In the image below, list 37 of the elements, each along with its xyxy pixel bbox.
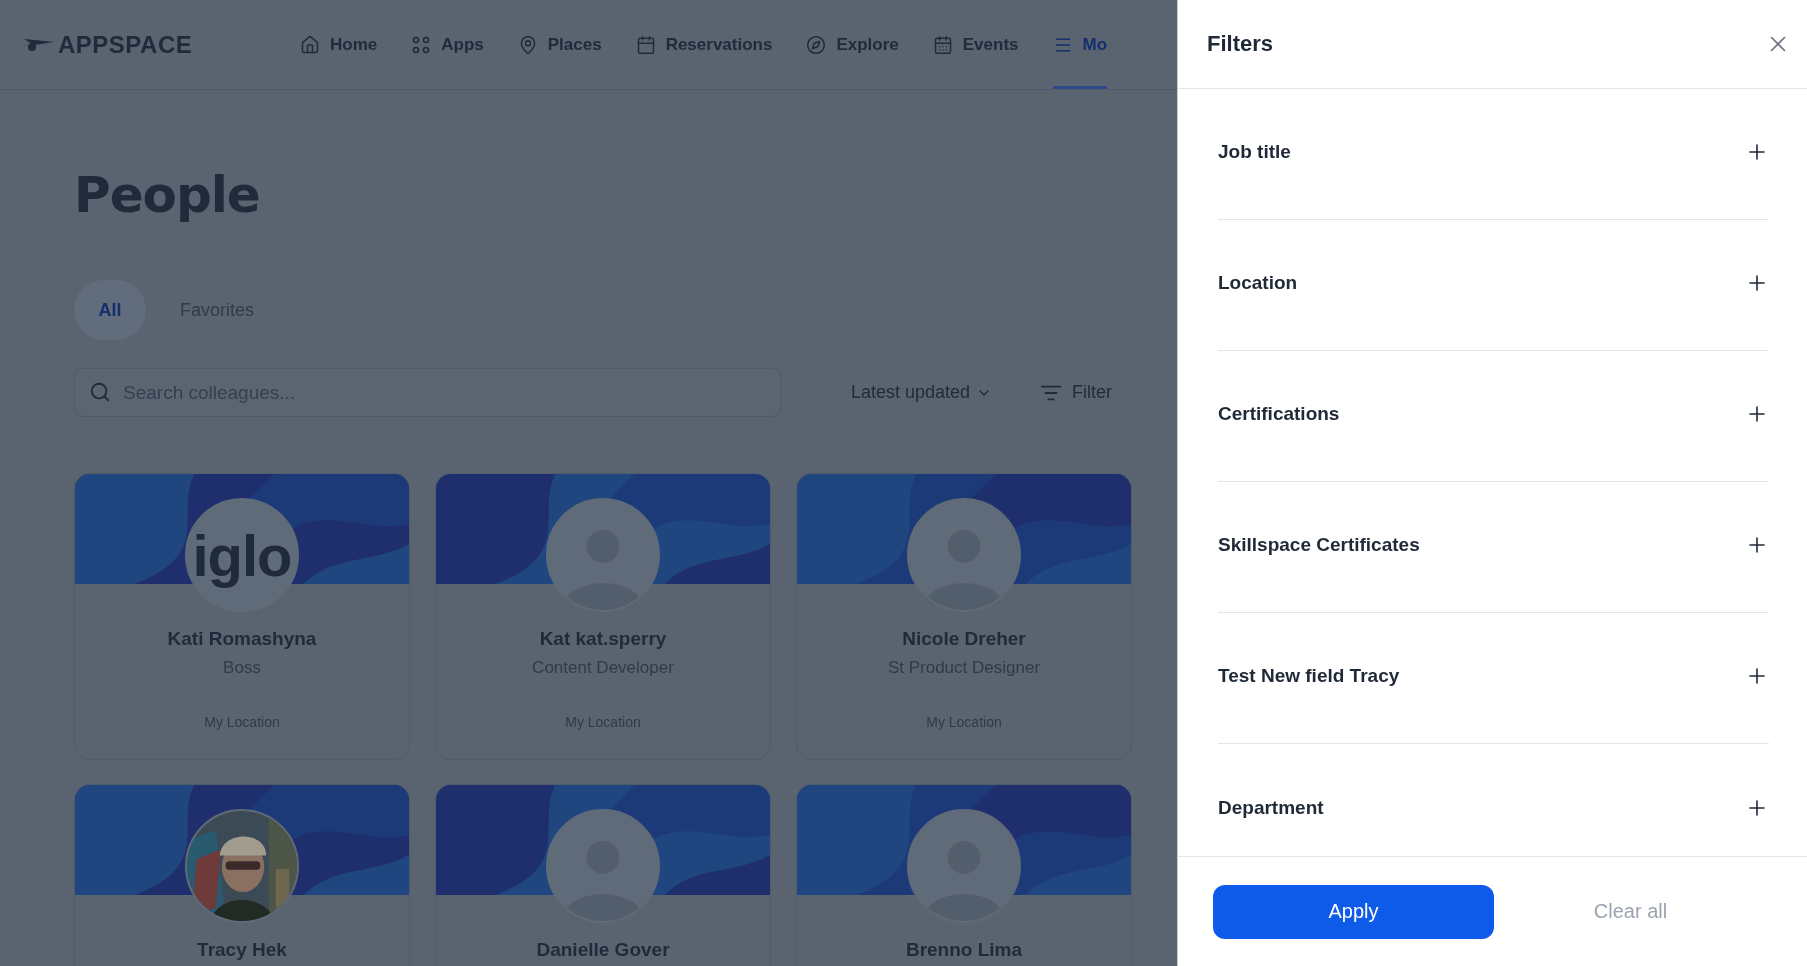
dots-icon	[411, 34, 432, 55]
filter-section[interactable]: Department	[1218, 744, 1769, 856]
person-card[interactable]: Brenno Lima	[796, 784, 1132, 966]
filter-section[interactable]: Job title	[1218, 89, 1769, 220]
nav-item[interactable]: Apps	[411, 0, 484, 89]
filter-section[interactable]: Test New field Tracy	[1218, 613, 1769, 744]
person-name: Brenno Lima	[905, 939, 1023, 961]
person-card[interactable]: Tracy Hek	[74, 784, 410, 966]
panel-title: Filters	[1207, 31, 1274, 57]
nav-item[interactable]: Places	[517, 0, 602, 89]
apply-button[interactable]: Apply	[1213, 884, 1494, 939]
logo-text: iglo	[192, 521, 292, 589]
clear-all-button[interactable]: Clear all	[1494, 899, 1767, 924]
person-name: Kati Romashyna	[167, 628, 317, 650]
filter-section[interactable]: Certifications	[1218, 351, 1769, 482]
nav-item[interactable]: Explore	[806, 0, 899, 89]
logo-text: APPSPACE	[58, 30, 193, 59]
person-name: Danielle Gover	[536, 939, 670, 961]
person-card[interactable]: Danielle Gover	[435, 784, 771, 966]
page-title: People	[74, 166, 261, 224]
search-icon	[89, 381, 111, 403]
tab[interactable]: All	[74, 280, 146, 340]
filter-section[interactable]: Skillspace Certificates	[1218, 482, 1769, 613]
filter-button[interactable]: Filter	[1034, 380, 1118, 405]
filter-section[interactable]: Location	[1218, 220, 1769, 351]
home-icon	[300, 34, 320, 55]
calendar-icon	[635, 34, 656, 55]
person-name: Nicole Dreher	[902, 628, 1026, 650]
nav-item[interactable]: Home	[300, 0, 378, 89]
nav-item[interactable]: Reservations	[635, 0, 773, 89]
person-name: Kat kat.sperry	[539, 628, 667, 650]
nav-item[interactable]: Mo	[1052, 0, 1108, 89]
compass-icon	[806, 34, 827, 55]
calendar-icon	[932, 34, 953, 55]
sort-dropdown[interactable]: Latest updated	[844, 381, 998, 404]
nav-item[interactable]: Events	[932, 0, 1019, 89]
person-name: Tracy Hek	[197, 939, 287, 961]
